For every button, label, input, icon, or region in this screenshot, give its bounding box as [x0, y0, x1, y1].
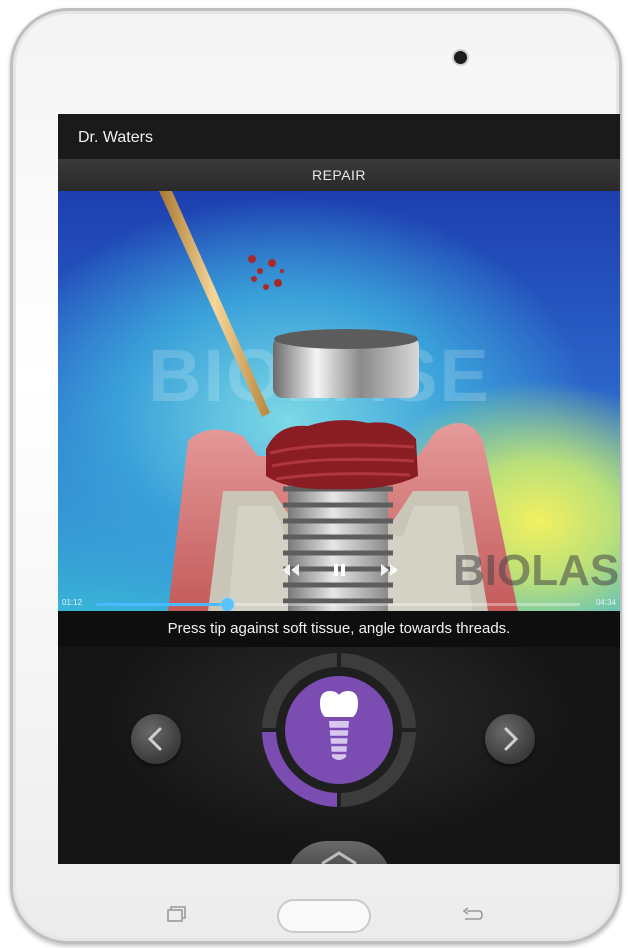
seek-track[interactable] — [96, 598, 580, 611]
brand-watermark: BIOLASE — [453, 546, 620, 595]
tissue-debris — [248, 255, 284, 290]
control-panel — [58, 647, 620, 864]
tablet-frame: Dr. Waters REPAIR BIOLASE — [10, 8, 622, 944]
pause-button[interactable] — [324, 559, 354, 581]
rewind-button[interactable] — [276, 559, 306, 581]
fast-forward-button[interactable] — [374, 559, 404, 581]
recent-apps-icon — [167, 906, 186, 922]
app-screen: Dr. Waters REPAIR BIOLASE — [58, 114, 620, 864]
front-camera — [454, 51, 467, 64]
total-duration: 04:34 — [595, 598, 616, 607]
top-bar: Dr. Waters — [58, 114, 620, 159]
inflamed-tissue — [266, 420, 418, 490]
video-player[interactable]: BIOLASE — [58, 191, 620, 611]
chevron-right-icon — [504, 727, 519, 751]
instruction-caption: Press tip against soft tissue, angle tow… — [58, 611, 620, 647]
seek-handle[interactable] — [220, 598, 234, 611]
elapsed-time: 01:12 — [62, 598, 83, 607]
home-button[interactable] — [277, 899, 371, 933]
back-key[interactable] — [459, 905, 485, 930]
seek-progress — [96, 603, 227, 606]
expand-drawer-button[interactable] — [287, 841, 391, 864]
pause-icon — [334, 564, 345, 576]
doctor-name: Dr. Waters — [78, 129, 153, 146]
next-step-button[interactable] — [485, 714, 535, 764]
chevron-left-icon — [147, 727, 162, 751]
procedure-dial[interactable] — [262, 653, 416, 807]
implant-threads — [283, 481, 393, 611]
rewind-icon — [282, 564, 299, 576]
playback-bar: 01:12 04:34 — [58, 593, 620, 611]
fast-forward-icon — [381, 564, 398, 576]
back-icon — [462, 907, 483, 920]
chevron-up-icon — [321, 851, 357, 864]
laser-tip — [159, 191, 270, 417]
recent-apps-key[interactable] — [165, 905, 187, 930]
caption-text: Press tip against soft tissue, angle tow… — [167, 620, 511, 637]
previous-step-button[interactable] — [131, 714, 181, 764]
section-header: REPAIR — [58, 159, 620, 191]
section-title: REPAIR — [311, 167, 367, 183]
